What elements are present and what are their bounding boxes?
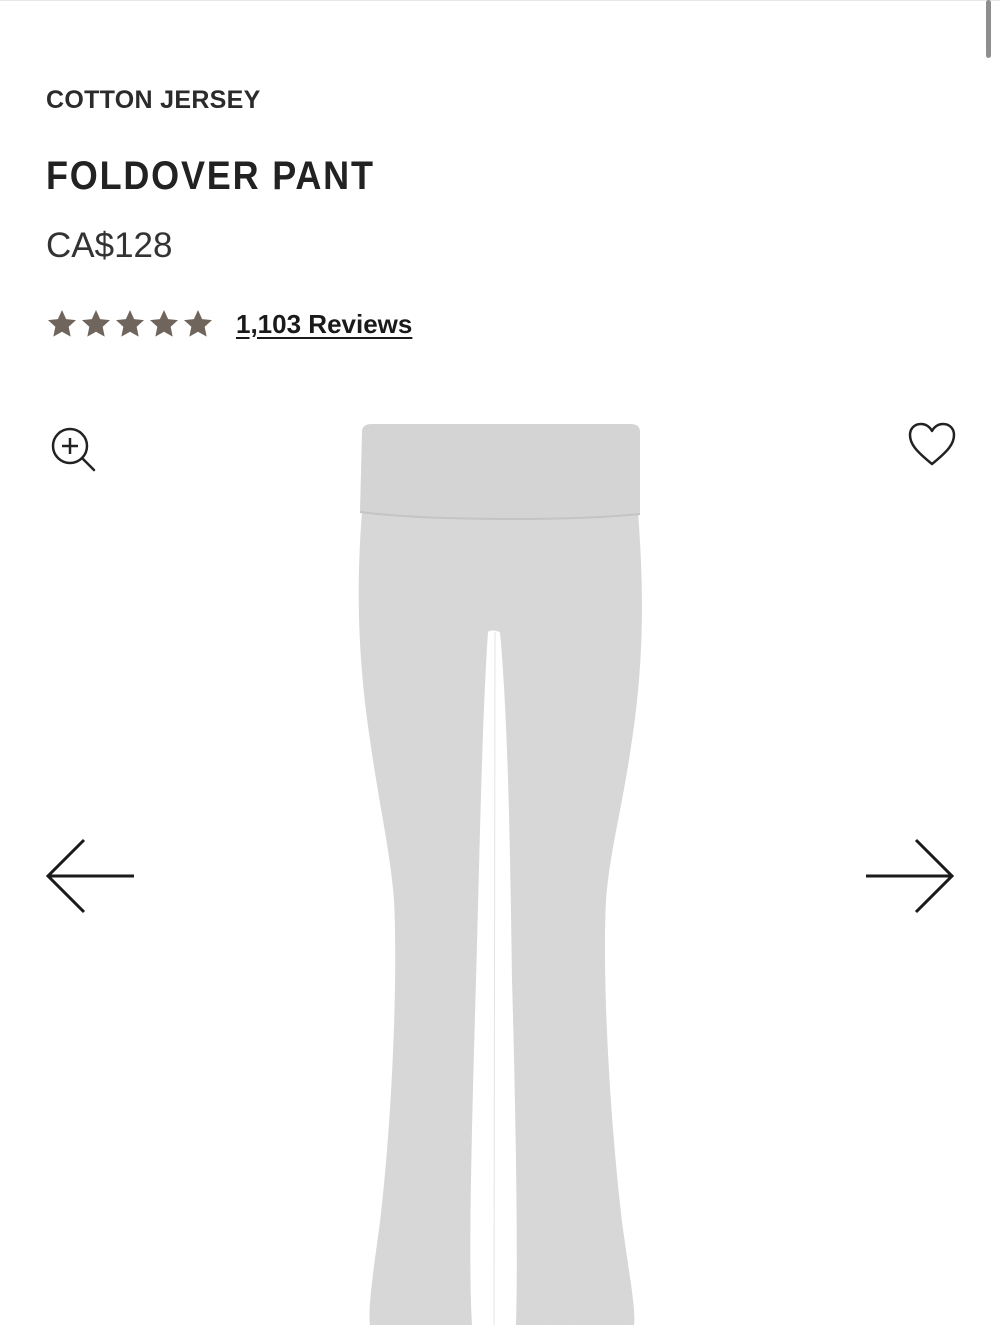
heart-icon [908, 422, 956, 466]
header-divider [0, 0, 1000, 1]
rating-stars [46, 308, 214, 340]
arrow-right-icon [866, 838, 955, 914]
arrow-left-icon [45, 838, 134, 914]
product-collection: COTTON JERSEY [46, 86, 261, 114]
zoom-in-icon [51, 427, 96, 472]
product-rating: 1,103 Reviews [46, 304, 412, 344]
scrollbar[interactable] [986, 0, 991, 58]
star-icon [184, 310, 212, 337]
previous-image-button[interactable] [44, 836, 138, 916]
next-image-button[interactable] [862, 836, 956, 916]
product-image [340, 420, 660, 1333]
reviews-link[interactable]: 1,103 Reviews [236, 309, 412, 340]
wishlist-button[interactable] [906, 420, 958, 470]
star-icon [48, 310, 76, 337]
product-title: FOLDOVER PANT [46, 154, 375, 198]
product-page: COTTON JERSEY FOLDOVER PANT CA$128 1,103… [0, 0, 1000, 1333]
star-icon [82, 310, 110, 337]
zoom-button[interactable] [48, 424, 100, 476]
product-price: CA$128 [46, 226, 173, 265]
star-icon [150, 310, 178, 337]
pants-legs [358, 512, 642, 1325]
pants-waistband [360, 424, 640, 520]
star-icon [116, 310, 144, 337]
pants-illustration [358, 424, 642, 1326]
